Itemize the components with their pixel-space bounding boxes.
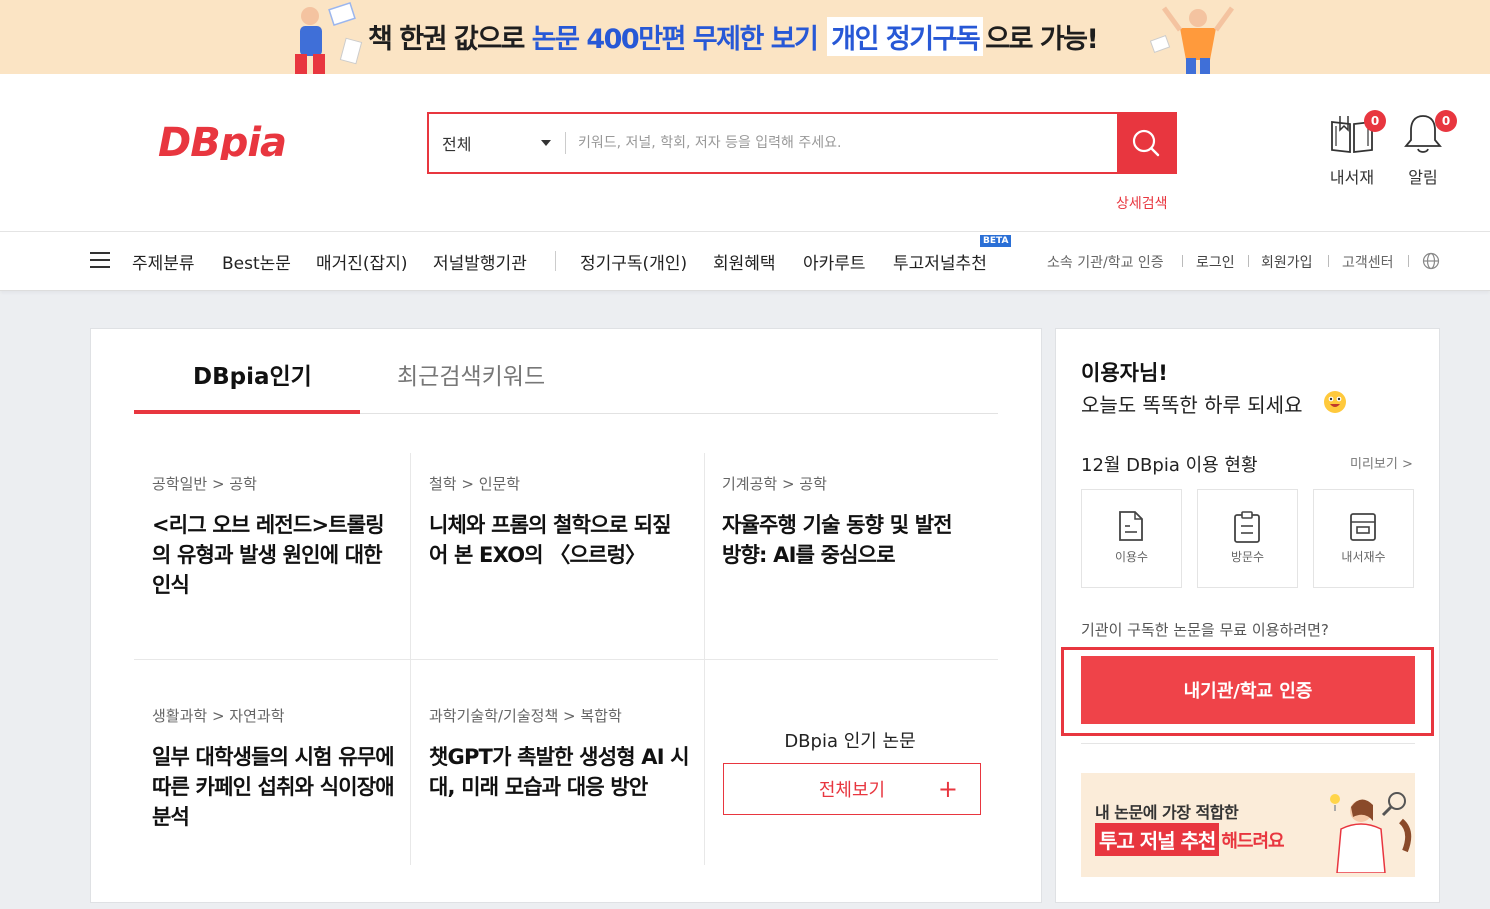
dbpia-logo[interactable]: DBpia xyxy=(158,124,370,160)
login-link[interactable]: 로그인 xyxy=(1196,252,1235,272)
main-nav: 주제분류 Best논문 매거진(잡지) 저널발행기관 정기구독(개인) 회원혜택… xyxy=(0,231,1490,291)
paper-category: 생활과학 > 자연과학 xyxy=(152,707,285,725)
search-button[interactable] xyxy=(1117,114,1175,172)
stat-library-label: 내서재수 xyxy=(1341,550,1386,564)
clipboard-icon xyxy=(1234,511,1260,543)
tab-recent-keywords[interactable]: 최근검색키워드 xyxy=(397,357,545,391)
paper-card[interactable]: 공학일반 > 공학 <리그 오브 레전드>트롤링의 유형과 발생 원인에 대한 … xyxy=(152,473,402,600)
banner-text-highlight: 개인 정기구독 xyxy=(827,17,984,56)
search-input[interactable] xyxy=(566,114,1117,172)
archive-box-icon xyxy=(1350,513,1376,541)
search-scope-select[interactable]: 전체 xyxy=(429,114,565,172)
nav-item-subscription[interactable]: 정기구독(개인) xyxy=(580,249,687,274)
journal-recommend-promo[interactable]: 내 논문에 가장 적합한 투고 저널 추천 해드려요 xyxy=(1081,773,1415,877)
promo-line-2: 투고 저널 추천 해드려요 xyxy=(1095,823,1285,856)
site-header: DBpia 전체 상세검색 0 내서재 0 알림 xyxy=(0,74,1490,231)
greeting-name: 이용자님! xyxy=(1081,361,1168,385)
promo-highlight: 투고 저널 추천 xyxy=(1095,823,1220,856)
institution-auth-link[interactable]: 소속 기관/학교 인증 xyxy=(1047,252,1164,272)
user-side-panel: 이용자님! 오늘도 똑똑한 하루 되세요 12월 DBpia 이용 현황 미리보… xyxy=(1055,328,1440,903)
stat-visit-box[interactable]: 방문수 xyxy=(1197,489,1298,588)
notification-button[interactable]: 0 알림 xyxy=(1393,110,1457,188)
library-label: 내서재 xyxy=(1329,168,1375,187)
popular-papers-title: DBpia 인기 논문 xyxy=(784,731,916,752)
my-library-button[interactable]: 0 내서재 xyxy=(1322,110,1386,188)
document-icon xyxy=(1119,511,1143,541)
stat-usage-box[interactable]: 이용수 xyxy=(1081,489,1182,588)
caret-down-icon xyxy=(541,140,551,146)
institution-question: 기관이 구독한 논문을 무료 이용하려면? xyxy=(1081,621,1329,639)
paper-category: 과학기술학/기술정책 > 복합학 xyxy=(429,707,622,725)
monthly-stats-title: 12월 DBpia 이용 현황 xyxy=(1081,455,1258,476)
nav-item-benefits[interactable]: 회원혜택 xyxy=(713,249,776,274)
active-tab-indicator xyxy=(134,410,360,414)
paper-category: 철학 > 인문학 xyxy=(429,475,521,493)
person-magnifier-illustration-icon xyxy=(1330,792,1412,873)
customer-center-link[interactable]: 고객센터 xyxy=(1342,252,1394,272)
greeting-message: 오늘도 똑똑한 하루 되세요 xyxy=(1081,393,1303,417)
search-bar: 전체 xyxy=(427,112,1177,174)
library-count-badge: 0 xyxy=(1364,110,1386,132)
nav-divider xyxy=(555,251,556,271)
promo-tail: 해드려요 xyxy=(1221,830,1284,852)
paper-title[interactable]: 니체와 프롬의 철학으로 되짚어 본 EXO의 〈으르렁〉 xyxy=(429,510,679,570)
popular-papers-card: DBpia인기 최근검색키워드 공학일반 > 공학 <리그 오브 레전드>트롤링… xyxy=(90,328,1042,903)
paper-card[interactable]: 기계공학 > 공학 자율주행 기술 동향 및 발전 방향: AI를 중심으로 xyxy=(722,473,972,570)
grid-line xyxy=(134,659,998,660)
util-divider xyxy=(1182,255,1183,267)
svg-text:DBpia: DBpia xyxy=(158,124,286,160)
paper-title[interactable]: 챗GPT가 촉발한 생성형 AI 시대, 미래 모습과 대응 방안 xyxy=(429,742,690,802)
banner-text-4: 으로 가능! xyxy=(985,24,1099,55)
plus-icon: + xyxy=(937,775,958,803)
util-divider xyxy=(1408,255,1409,267)
signup-link[interactable]: 회원가입 xyxy=(1261,252,1313,272)
util-divider xyxy=(1328,255,1329,267)
nav-item-best-papers[interactable]: Best논문 xyxy=(222,249,291,274)
paper-title[interactable]: 자율주행 기술 동향 및 발전 방향: AI를 중심으로 xyxy=(722,510,972,570)
util-divider xyxy=(1248,255,1249,267)
hamburger-menu-icon[interactable] xyxy=(90,252,110,268)
paper-category: 공학일반 > 공학 xyxy=(152,475,257,493)
promo-banner[interactable]: 책 한권 값으로 논문 400만편 무제한 보기 개인 정기구독 으로 가능! xyxy=(0,0,1490,74)
paper-title[interactable]: <리그 오브 레전드>트롤링의 유형과 발생 원인에 대한 인식 xyxy=(152,510,402,600)
nav-item-akaroot[interactable]: 아카루트 xyxy=(803,249,866,274)
search-scope-value: 전체 xyxy=(442,135,472,154)
promo-line-1: 내 논문에 가장 적합한 xyxy=(1095,803,1239,822)
banner-text-2: 논문 400만편 무제한 보기 xyxy=(531,24,819,55)
tab-dbpia-popular[interactable]: DBpia인기 xyxy=(193,357,312,391)
institution-auth-button[interactable]: 내기관/학교 인증 xyxy=(1081,656,1415,724)
paper-card[interactable]: 과학기술학/기술정책 > 복합학 챗GPT가 촉발한 생성형 AI 시대, 미래… xyxy=(429,705,690,802)
view-all-label: 전체보기 xyxy=(818,780,886,801)
nav-item-journal-recommend[interactable]: 투고저널추천 xyxy=(893,249,987,274)
stat-library-box[interactable]: 내서재수 xyxy=(1313,489,1414,588)
nav-item-subject[interactable]: 주제분류 xyxy=(132,249,195,274)
globe-icon[interactable] xyxy=(1422,252,1440,270)
paper-title[interactable]: 일부 대학생들의 시험 유무에 따른 카페인 섭취와 식이장애 분석 xyxy=(152,742,402,832)
search-icon xyxy=(1132,129,1160,157)
notification-label: 알림 xyxy=(1408,168,1438,187)
people-illustration-icon xyxy=(295,2,363,74)
notification-count-badge: 0 xyxy=(1435,110,1457,132)
preview-link[interactable]: 미리보기 > xyxy=(1350,453,1413,472)
side-divider xyxy=(1081,743,1415,744)
stat-visit-label: 방문수 xyxy=(1230,550,1265,564)
stat-usage-label: 이용수 xyxy=(1114,550,1149,564)
celebrating-person-icon xyxy=(1150,6,1235,74)
view-all-button[interactable]: 전체보기 + xyxy=(723,763,981,815)
beta-badge: BETA xyxy=(980,235,1012,247)
paper-card[interactable]: 철학 > 인문학 니체와 프롬의 철학으로 되짚어 본 EXO의 〈으르렁〉 xyxy=(429,473,679,570)
nav-item-publishers[interactable]: 저널발행기관 xyxy=(433,249,527,274)
nav-item-magazine[interactable]: 매거진(잡지) xyxy=(316,249,407,274)
advanced-search-link[interactable]: 상세검색 xyxy=(1116,193,1168,213)
banner-text-1: 책 한권 값으로 xyxy=(368,24,525,55)
paper-card[interactable]: 생활과학 > 자연과학 일부 대학생들의 시험 유무에 따른 카페인 섭취와 식… xyxy=(152,705,402,832)
smiley-emoji-icon xyxy=(1324,391,1346,413)
paper-category: 기계공학 > 공학 xyxy=(722,475,827,493)
